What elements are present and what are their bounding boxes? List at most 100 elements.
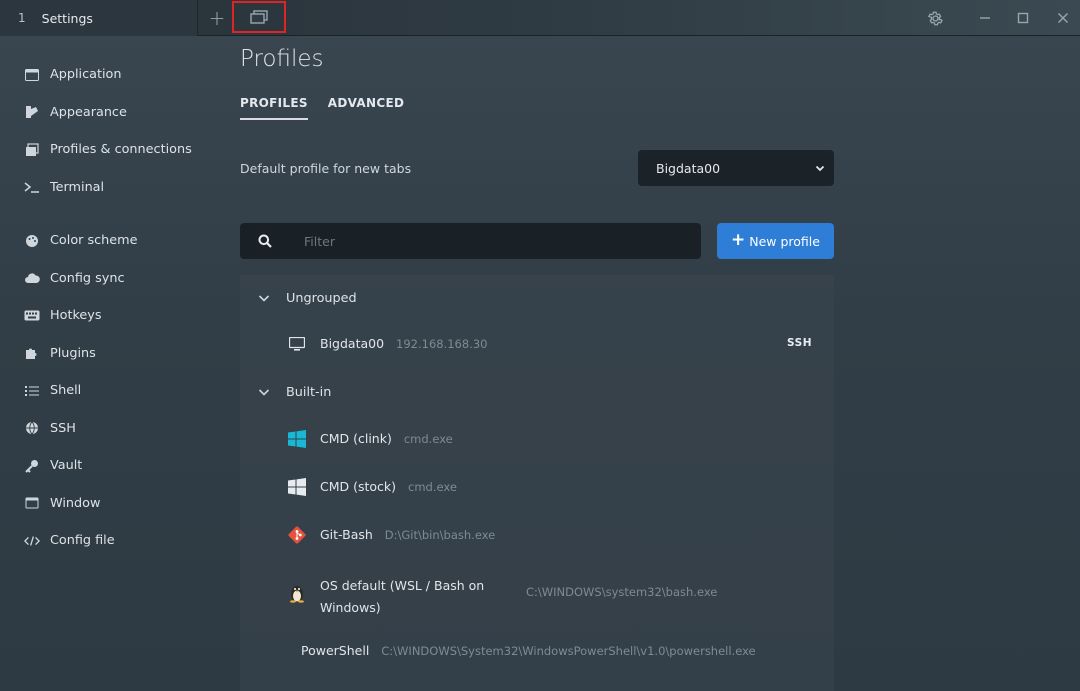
sidebar-item-label: Color scheme: [50, 233, 138, 249]
group-name: Built-in: [286, 384, 332, 400]
profile-name: PowerShell: [301, 643, 370, 658]
minimize-icon: [980, 17, 990, 19]
sidebar-item-label: Plugins: [50, 345, 96, 361]
filter-input[interactable]: [304, 233, 684, 249]
palette-icon: [24, 233, 40, 249]
profile-command: D:\Git\bin\bash.exe: [384, 528, 496, 542]
group-name: Ungrouped: [286, 290, 357, 306]
sidebar-item-terminal[interactable]: Terminal: [12, 169, 212, 207]
sidebar-item-hotkeys[interactable]: Hotkeys: [12, 297, 212, 335]
tab-number: 1: [18, 11, 26, 25]
list-icon: [24, 383, 40, 399]
window-icon: [24, 495, 40, 511]
minimize-button[interactable]: [972, 0, 998, 36]
cloud-icon: [24, 270, 40, 286]
profile-command: cmd.exe: [403, 432, 453, 446]
close-icon: [1058, 13, 1068, 23]
profile-item[interactable]: Bigdata00 192.168.168.30 SSH: [240, 322, 834, 366]
windows-logo-icon: [287, 429, 307, 449]
tab-settings[interactable]: 1 Settings: [0, 0, 198, 36]
maximize-button[interactable]: [1010, 0, 1036, 36]
plus-icon: +: [731, 230, 746, 250]
main-content: Profiles PROFILES ADVANCED Default profi…: [240, 46, 834, 259]
filter-box: [240, 223, 701, 259]
profile-name: CMD (stock): [320, 479, 397, 494]
tab-title: Settings: [41, 10, 93, 26]
default-profile-label: Default profile for new tabs: [240, 160, 412, 176]
profile-item[interactable]: OS default (WSL / Bash on Windows) C:\WI…: [240, 569, 834, 617]
sidebar-item-label: Config file: [50, 533, 115, 549]
window-menu-button[interactable]: [232, 1, 286, 33]
profile-name: CMD (clink): [320, 431, 392, 446]
windows-stack-icon: [250, 10, 268, 24]
title-bar: 1 Settings +: [0, 0, 1080, 36]
profile-item[interactable]: Git-Bash D:\Git\bin\bash.exe: [240, 513, 834, 557]
default-profile-select[interactable]: Bigdata00: [638, 150, 834, 186]
sidebar-item-label: Shell: [50, 383, 82, 399]
sidebar-item-label: Hotkeys: [50, 308, 102, 324]
tab-profiles[interactable]: PROFILES: [240, 96, 308, 120]
sidebar-item-config-sync[interactable]: Config sync: [12, 260, 212, 298]
globe-icon: [24, 420, 40, 436]
linux-penguin-icon: [287, 583, 307, 603]
chevron-down-icon: [815, 165, 825, 172]
sidebar-item-config-file[interactable]: Config file: [12, 522, 212, 560]
puzzle-icon: [24, 345, 40, 361]
settings-sidebar: Application Appearance Profiles & connec…: [12, 56, 212, 560]
sidebar-item-color-scheme[interactable]: Color scheme: [12, 222, 212, 260]
profile-name: Bigdata00: [320, 336, 385, 351]
key-icon: [24, 458, 40, 474]
profiles-icon: [24, 142, 40, 158]
chevron-down-icon: [258, 295, 270, 302]
tab-advanced[interactable]: ADVANCED: [328, 96, 404, 120]
settings-button[interactable]: [922, 0, 948, 36]
sidebar-item-label: Application: [50, 67, 122, 83]
search-icon: [240, 234, 290, 248]
profile-name: Git-Bash: [320, 527, 373, 542]
sidebar-item-label: SSH: [50, 420, 76, 436]
new-profile-button[interactable]: + New profile: [717, 223, 834, 259]
sidebar-item-ssh[interactable]: SSH: [12, 410, 212, 448]
profile-host: 192.168.168.30: [396, 337, 488, 351]
default-profile-row: Default profile for new tabs Bigdata00: [240, 150, 834, 186]
appearance-icon: [24, 104, 40, 120]
sidebar-item-window[interactable]: Window: [12, 485, 212, 523]
sidebar-item-plugins[interactable]: Plugins: [12, 335, 212, 373]
sidebar-item-label: Terminal: [50, 179, 105, 195]
profile-list: Ungrouped Bigdata00 192.168.168.30 SSH B…: [240, 275, 834, 691]
new-profile-label: New profile: [749, 233, 820, 249]
group-built-in[interactable]: Built-in: [240, 370, 834, 414]
sidebar-item-profiles[interactable]: Profiles & connections: [12, 131, 212, 169]
sidebar-item-label: Config sync: [50, 270, 125, 286]
profile-type-badge: SSH: [787, 337, 812, 349]
default-profile-value: Bigdata00: [656, 160, 721, 176]
terminal-icon: [24, 179, 40, 195]
sidebar-item-label: Appearance: [50, 104, 127, 120]
filter-row: + New profile: [240, 223, 834, 259]
sidebar-item-label: Window: [50, 495, 101, 511]
close-button[interactable]: [1050, 0, 1076, 36]
sidebar-item-shell[interactable]: Shell: [12, 372, 212, 410]
profile-item[interactable]: PowerShell C:\WINDOWS\System32\WindowsPo…: [240, 629, 834, 673]
chevron-down-icon: [258, 389, 270, 396]
plus-icon: +: [208, 6, 226, 30]
monitor-icon: [287, 334, 307, 354]
profile-tabs: PROFILES ADVANCED: [240, 96, 834, 120]
profile-name: OS default (WSL / Bash on Windows): [320, 578, 485, 615]
profile-command: C:\WINDOWS\system32\bash.exe: [526, 585, 718, 599]
profile-item[interactable]: CMD (clink) cmd.exe: [240, 417, 834, 461]
profile-command: cmd.exe: [408, 480, 457, 494]
maximize-icon: [1017, 12, 1029, 24]
profile-item[interactable]: CMD (stock) cmd.exe: [240, 465, 834, 509]
sidebar-item-vault[interactable]: Vault: [12, 447, 212, 485]
code-icon: [24, 533, 40, 549]
new-tab-button[interactable]: +: [204, 0, 230, 36]
page-title: Profiles: [240, 46, 324, 72]
sidebar-item-appearance[interactable]: Appearance: [12, 94, 212, 132]
group-ungrouped[interactable]: Ungrouped: [240, 276, 834, 320]
application-icon: [24, 67, 40, 83]
sidebar-item-application[interactable]: Application: [12, 56, 212, 94]
gear-icon: [927, 11, 943, 25]
windows-logo-icon: [287, 477, 307, 497]
sidebar-item-label: Profiles & connections: [50, 142, 192, 158]
